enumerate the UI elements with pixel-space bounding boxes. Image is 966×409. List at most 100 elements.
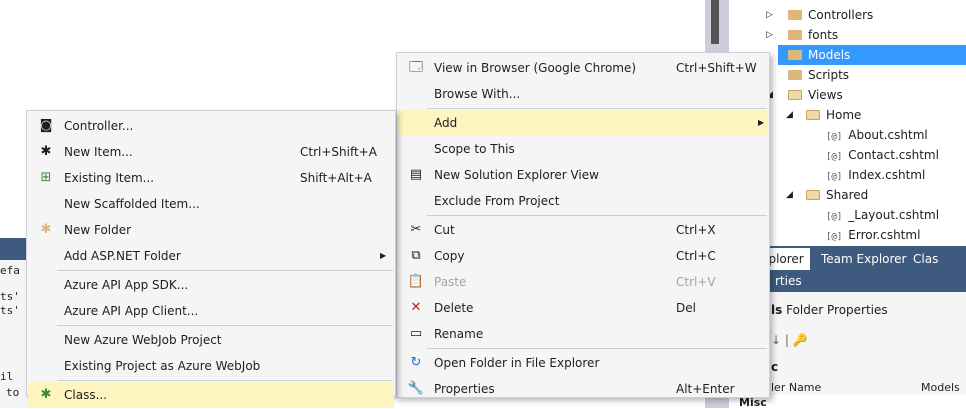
menu-item-new-folder[interactable]: ✱ New Folder [28,217,394,243]
menu-item-label: Rename [434,327,484,341]
menu-item-new-solution-explorer-view[interactable]: ▤ New Solution Explorer View [398,162,768,188]
menu-item-label: Azure API App Client... [64,304,199,318]
menu-item-rename[interactable]: ▭ Rename [398,321,768,347]
tree-item-label: Contact.cshtml [848,148,939,162]
tree-item-label: Shared [826,188,869,202]
menu-item-label: Scope to This [434,142,515,156]
menu-item-shortcut: Shift+Alt+A [300,171,372,185]
menu-item-browse-with[interactable]: Browse With... [398,81,768,107]
menu-item-label: Add [434,116,458,130]
tab-team-explorer[interactable]: Team Explorer [815,248,913,270]
menu-item-add[interactable]: Add ▶ [398,110,768,136]
menu-separator [57,270,393,271]
menu-item-label: New Solution Explorer View [434,168,599,182]
menu-item-new-azure-webjob-project[interactable]: New Azure WebJob Project [28,327,394,353]
open-folder-icon [788,90,802,100]
properties-toolbar[interactable]: ↓ | 🔑 [771,333,808,347]
menu-item-controller[interactable]: ◙ Controller... [28,113,394,139]
menu-item-delete[interactable]: ✕ Delete Del [398,295,768,321]
razor-file-icon: [@] [826,212,843,222]
controller-icon: ◙ [39,118,53,133]
context-menu: 🗔 View in Browser (Google Chrome) Ctrl+Shi… [396,52,770,398]
solution-view-icon: ▤ [409,167,423,182]
collapse-arrow-icon[interactable]: ◢ [786,185,798,205]
new-item-icon: ✱ [40,144,52,159]
tree-item-label: Views [808,88,843,102]
existing-item-icon: ⊞ [40,170,52,185]
expand-arrow-icon[interactable]: ▷ [766,5,778,25]
folder-icon [788,50,802,60]
menu-item-cut[interactable]: ✂ Cut Ctrl+X [398,217,768,243]
menu-separator [427,348,767,349]
menu-item-shortcut: Ctrl+C [676,249,716,263]
menu-item-existing-project-as-azure-webjob[interactable]: Existing Project as Azure WebJob [28,353,394,379]
menu-item-shortcut: Alt+Enter [676,382,735,396]
expand-arrow-icon[interactable]: ▷ [766,25,778,45]
tree-item-label: _Layout.cshtml [848,208,940,222]
menu-separator [57,325,393,326]
browser-icon: 🗔 [408,60,424,75]
menu-item-label: Paste [434,275,467,289]
copy-icon: ⧉ [411,248,421,263]
open-folder-icon [806,110,820,120]
folder-icon [788,30,802,40]
properties-object-selector[interactable]: ls Folder Properties [771,303,888,317]
menu-item-azure-api-app-client[interactable]: Azure API App Client... [28,298,394,324]
folder-icon [788,10,802,20]
menu-item-label: Copy [434,249,465,263]
menu-item-label: Delete [434,301,474,315]
tree-item-models[interactable]: Models [778,45,966,65]
code-fragment: ts' [0,290,20,303]
menu-separator [427,108,767,109]
paste-icon: 📋 [407,274,425,289]
menu-item-class[interactable]: ✱ Class... [28,382,394,408]
tree-item-label: Index.cshtml [848,168,926,182]
class-icon: ✱ [40,387,52,402]
submenu-arrow-icon: ▶ [758,118,765,127]
razor-file-icon: [@] [826,152,843,162]
menu-item-label: New Azure WebJob Project [64,333,222,347]
menu-item-shortcut: Ctrl+X [676,223,716,237]
properties-object-name: ls [771,303,783,317]
menu-item-label: New Scaffolded Item... [64,197,200,211]
menu-item-label: Exclude From Project [434,194,560,208]
scrollbar-thumb[interactable] [711,0,719,44]
tree-item-label: fonts [808,28,839,42]
menu-item-shortcut: Ctrl+Shift+A [300,145,377,159]
code-fragment: efa [0,264,20,277]
menu-item-existing-item[interactable]: ⊞ Existing Item... Shift+Alt+A [28,165,394,191]
menu-item-paste[interactable]: 📋 Paste Ctrl+V [398,269,768,295]
menu-item-label: Existing Item... [64,171,155,185]
menu-item-new-item[interactable]: ✱ New Item... Ctrl+Shift+A [28,139,394,165]
menu-item-copy[interactable]: ⧉ Copy Ctrl+C [398,243,768,269]
menu-item-new-scaffolded-item[interactable]: New Scaffolded Item... [28,191,394,217]
menu-item-scope-to-this[interactable]: Scope to This [398,136,768,162]
menu-item-label: Properties [434,382,495,396]
menu-item-view-in-browser-google-chrome[interactable]: 🗔 View in Browser (Google Chrome) Ctrl+Shi… [398,55,768,81]
menu-item-exclude-from-project[interactable]: Exclude From Project [398,188,768,214]
menu-item-label: New Item... [64,145,133,159]
rename-icon: ▭ [409,326,423,341]
menu-item-open-folder-in-file-explorer[interactable]: ↻ Open Folder in File Explorer [398,350,768,376]
tree-item-label: Home [826,108,862,122]
properties-category: c [771,360,779,374]
tree-item-label: Scripts [808,68,850,82]
menu-item-properties[interactable]: 🔧 Properties Alt+Enter [398,376,768,402]
collapse-arrow-icon[interactable]: ◢ [786,105,798,125]
menu-item-shortcut: Ctrl+V [676,275,716,289]
open-folder-icon [806,190,820,200]
razor-file-icon: [@] [826,132,843,142]
new-folder-icon: ✱ [40,222,52,237]
property-value: Models [921,381,960,394]
menu-item-azure-api-app-sdk[interactable]: Azure API App SDK... [28,272,394,298]
property-name: ler Name [771,381,822,394]
properties-row[interactable]: ler Name Models [771,381,966,395]
tab-class-view[interactable]: Clas [907,248,944,270]
menu-item-label: Cut [434,223,455,237]
menu-item-label: View in Browser (Google Chrome) [434,61,637,75]
menu-item-add-asp-net-folder[interactable]: Add ASP.NET Folder ▶ [28,243,394,269]
delete-icon: ✕ [410,300,422,315]
menu-item-label: Existing Project as Azure WebJob [64,359,261,373]
tree-item-label: Controllers [808,8,874,22]
tree-item-label: Models [808,48,851,62]
